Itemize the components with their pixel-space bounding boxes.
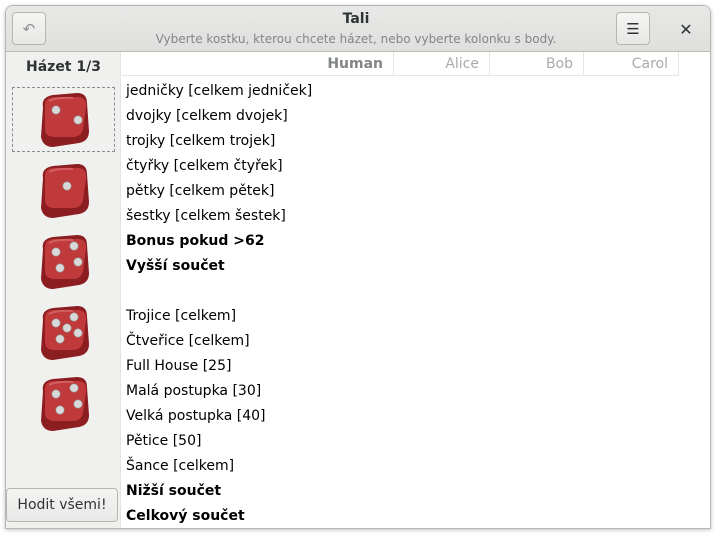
- score-row-label[interactable]: trojky [celkem trojek]: [126, 130, 275, 152]
- score-row-label: Nižší součet: [126, 483, 222, 499]
- roll-counter: Házet 1/3: [26, 59, 101, 75]
- score-row-label[interactable]: dvojky [celkem dvojek]: [126, 105, 288, 127]
- die-5[interactable]: [12, 371, 115, 436]
- undo-button[interactable]: ↶: [12, 12, 46, 45]
- player-column-alice: Alice: [394, 52, 490, 76]
- score-row-label[interactable]: čtyřky [celkem čtyřek]: [126, 155, 283, 177]
- menu-button[interactable]: ☰: [616, 12, 650, 45]
- die-icon: [40, 234, 89, 289]
- die-icon: [40, 305, 89, 360]
- player-column-carol: Carol: [584, 52, 679, 76]
- window-title: Tali: [342, 11, 370, 27]
- score-row-label[interactable]: Trojice [celkem]: [126, 305, 236, 327]
- score-row-label[interactable]: Malá postupka [30]: [126, 380, 261, 402]
- window-subtitle: Vyberte kostku, kterou chcete házet, neb…: [155, 32, 557, 46]
- app-window: ↶ Tali Vyberte kostku, kterou chcete ház…: [5, 5, 711, 529]
- score-row-label[interactable]: pětky [celkem pětek]: [126, 180, 274, 202]
- player-column-human: Human: [300, 52, 394, 76]
- die-2[interactable]: [12, 158, 115, 223]
- die-4[interactable]: [12, 300, 115, 365]
- score-row-label: Celkový součet: [126, 508, 245, 524]
- die-3[interactable]: [12, 229, 115, 294]
- score-row-label[interactable]: jedničky [celkem jedniček]: [126, 80, 312, 102]
- roll-all-button[interactable]: Hodit všemi!: [6, 488, 118, 522]
- score-row-label[interactable]: Full House [25]: [126, 355, 231, 377]
- undo-icon: ↶: [22, 19, 36, 38]
- score-table: Human Alice Bob Carol jedničky [celkem j…: [122, 52, 710, 528]
- header-bar: ↶ Tali Vyberte kostku, kterou chcete ház…: [6, 6, 710, 52]
- close-icon: ✕: [679, 19, 693, 39]
- score-row-label: Bonus pokud >62: [126, 233, 265, 249]
- hamburger-menu-icon: ☰: [626, 19, 640, 38]
- die-icon: [40, 163, 89, 218]
- player-column-bob: Bob: [490, 52, 584, 76]
- die-icon: [40, 92, 89, 147]
- table-header-spacer: [122, 52, 300, 76]
- score-row-label[interactable]: Pětice [50]: [126, 430, 201, 452]
- die-icon: [40, 376, 89, 431]
- score-row-label[interactable]: Šance [celkem]: [126, 455, 234, 477]
- score-row-label[interactable]: Velká postupka [40]: [126, 405, 266, 427]
- score-row-label[interactable]: Čtveřice [celkem]: [126, 330, 250, 352]
- dice-sidebar: Házet 1/3 Hodit všemi!: [6, 52, 121, 528]
- score-row-label: Vyšší součet: [126, 258, 225, 274]
- close-button[interactable]: ✕: [672, 15, 700, 43]
- die-1[interactable]: [12, 87, 115, 152]
- score-row-label[interactable]: šestky [celkem šestek]: [126, 205, 286, 227]
